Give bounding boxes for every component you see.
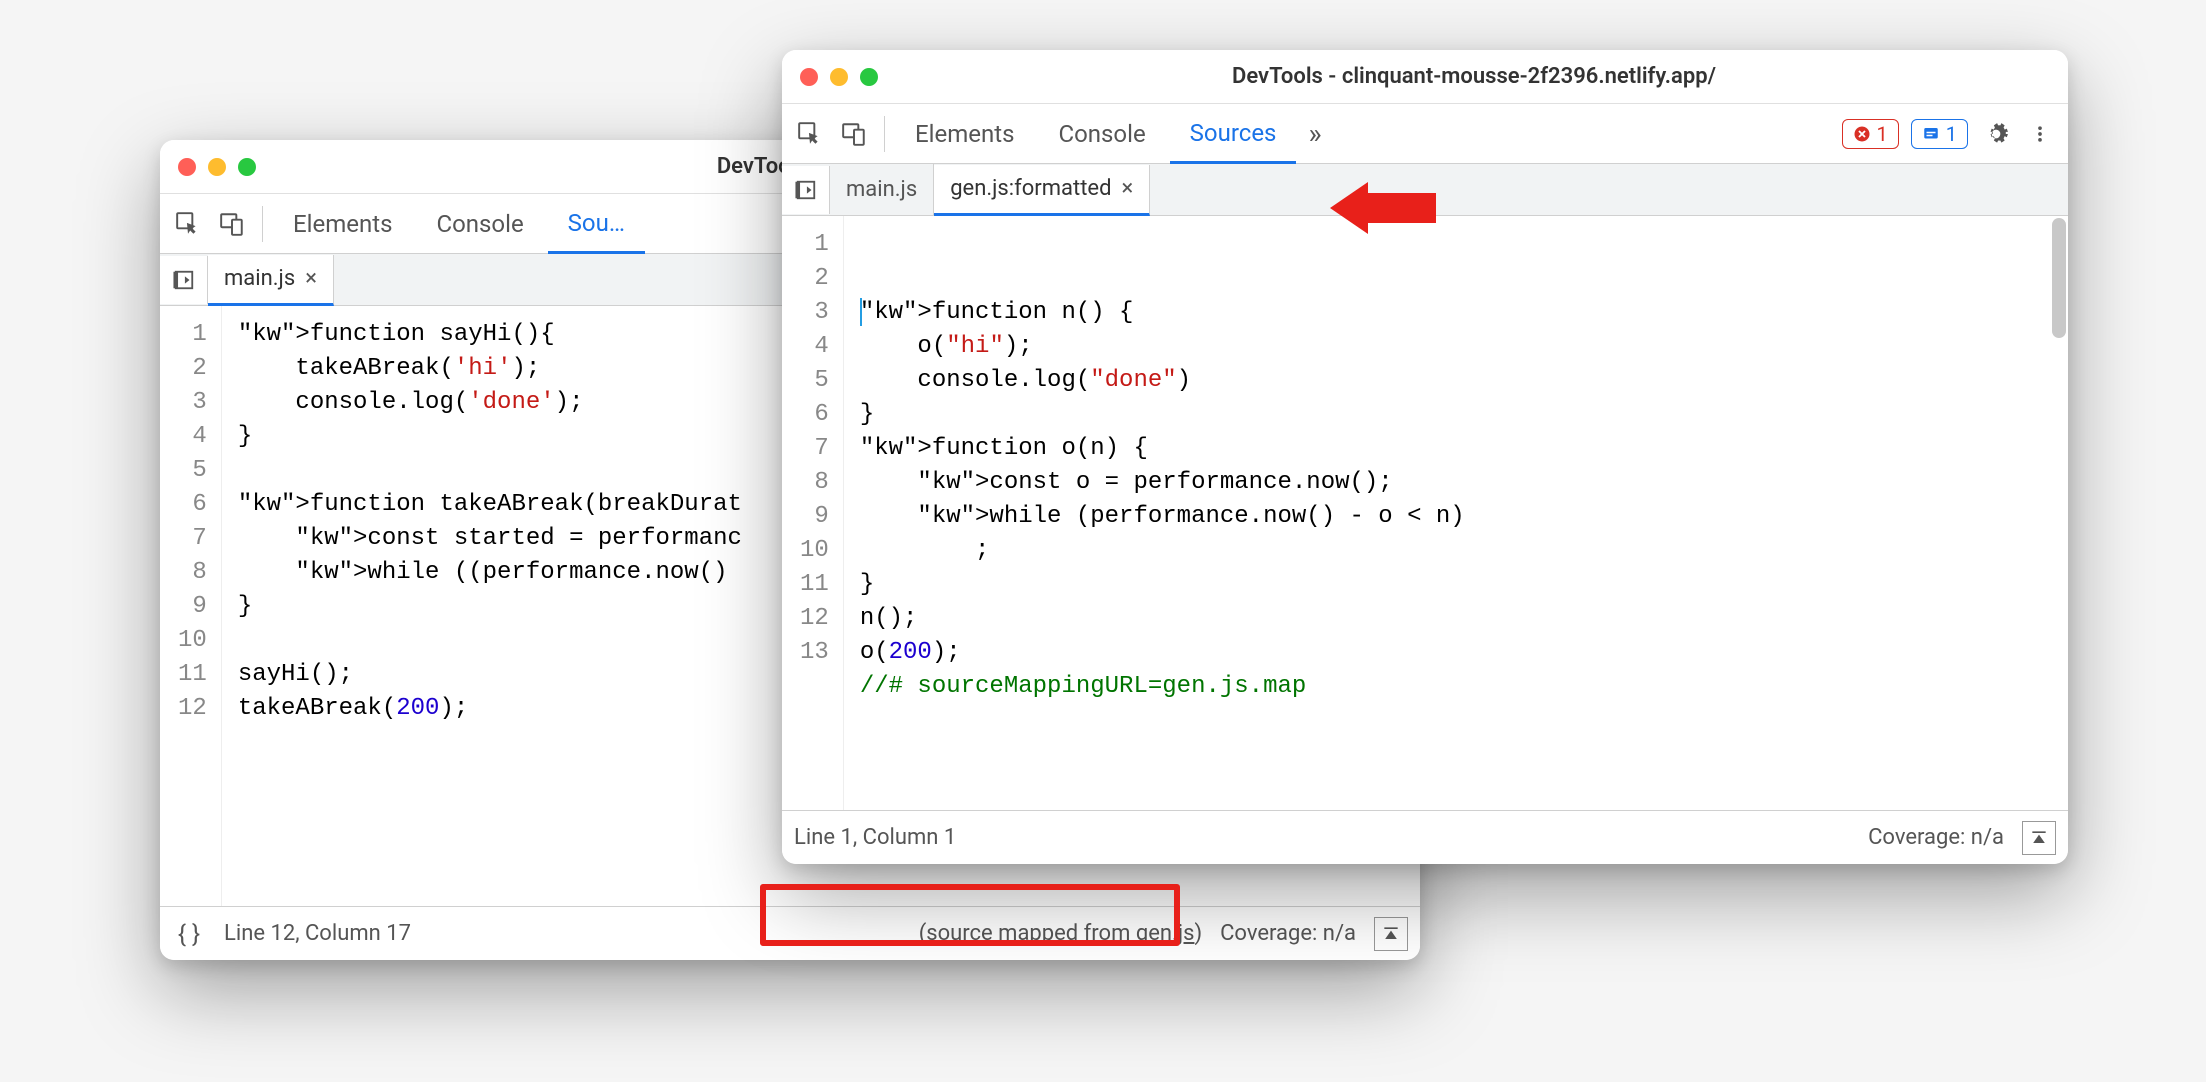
collapse-pane-icon[interactable] xyxy=(2022,821,2056,855)
more-tabs-icon[interactable]: » xyxy=(1300,117,1329,150)
inspect-icon[interactable] xyxy=(790,114,830,154)
navigator-toggle-icon[interactable] xyxy=(782,166,830,214)
separator xyxy=(262,206,263,242)
cursor-position: Line 12, Column 17 xyxy=(224,921,411,946)
close-tab-icon[interactable]: × xyxy=(1121,176,1133,201)
toolbar: Elements Console Sources » 1 1 xyxy=(782,104,2068,164)
window-title: DevTools - clinquant-mousse-2f2396.netli… xyxy=(898,64,2050,89)
close-tab-icon[interactable]: × xyxy=(305,266,317,291)
cursor-position: Line 1, Column 1 xyxy=(794,825,956,850)
file-tab-label: main.js xyxy=(846,177,917,202)
tab-sources[interactable]: Sou… xyxy=(548,195,645,254)
collapse-pane-icon[interactable] xyxy=(1374,917,1408,951)
tab-console[interactable]: Console xyxy=(416,194,543,253)
issues-count: 1 xyxy=(1946,122,1957,146)
code-content[interactable]: "kw">function n() { o("hi"); console.log… xyxy=(844,216,2068,810)
kebab-menu-icon[interactable] xyxy=(2020,114,2060,154)
annotation-highlight-box xyxy=(760,884,1180,946)
gear-icon[interactable] xyxy=(1976,114,2016,154)
gutter: 1 2 3 4 5 6 7 8 9 10 11 12 xyxy=(160,306,222,906)
coverage-info: Coverage: n/a xyxy=(1220,921,1356,946)
device-toggle-icon[interactable] xyxy=(212,204,252,244)
tab-console[interactable]: Console xyxy=(1038,104,1165,163)
traffic-lights xyxy=(800,68,878,86)
file-tab-main-js[interactable]: main.js xyxy=(830,164,934,215)
statusbar: Line 1, Column 1 Coverage: n/a xyxy=(782,810,2068,864)
mapped-suffix: ) xyxy=(1194,921,1202,946)
tab-elements[interactable]: Elements xyxy=(895,104,1034,163)
file-tab-label: main.js xyxy=(224,266,295,291)
file-tab-label: gen.js:formatted xyxy=(950,176,1111,201)
titlebar: DevTools - clinquant-mousse-2f2396.netli… xyxy=(782,50,2068,104)
coverage-info: Coverage: n/a xyxy=(1868,825,2004,850)
error-count: 1 xyxy=(1877,122,1888,146)
tab-elements[interactable]: Elements xyxy=(273,194,412,253)
issues-badge[interactable]: 1 xyxy=(1911,119,1968,149)
device-toggle-icon[interactable] xyxy=(834,114,874,154)
pretty-print-button[interactable]: { } xyxy=(172,917,206,951)
scrollbar[interactable] xyxy=(2052,218,2066,338)
minimize-icon[interactable] xyxy=(208,158,226,176)
separator xyxy=(884,116,885,152)
traffic-lights xyxy=(178,158,256,176)
close-icon[interactable] xyxy=(178,158,196,176)
inspect-icon[interactable] xyxy=(168,204,208,244)
zoom-icon[interactable] xyxy=(860,68,878,86)
file-tab-gen-js-formatted[interactable]: gen.js:formatted × xyxy=(934,165,1150,216)
close-icon[interactable] xyxy=(800,68,818,86)
navigator-toggle-icon[interactable] xyxy=(160,256,208,304)
file-tab-main-js[interactable]: main.js × xyxy=(208,255,334,306)
gutter: 1 2 3 4 5 6 7 8 9 10 11 12 13 xyxy=(782,216,844,810)
annotation-arrow-icon xyxy=(1328,168,1438,248)
code-editor[interactable]: 1 2 3 4 5 6 7 8 9 10 11 12 13 "kw">funct… xyxy=(782,216,2068,810)
minimize-icon[interactable] xyxy=(830,68,848,86)
tab-sources[interactable]: Sources xyxy=(1170,105,1297,164)
zoom-icon[interactable] xyxy=(238,158,256,176)
error-badge[interactable]: 1 xyxy=(1842,119,1899,149)
